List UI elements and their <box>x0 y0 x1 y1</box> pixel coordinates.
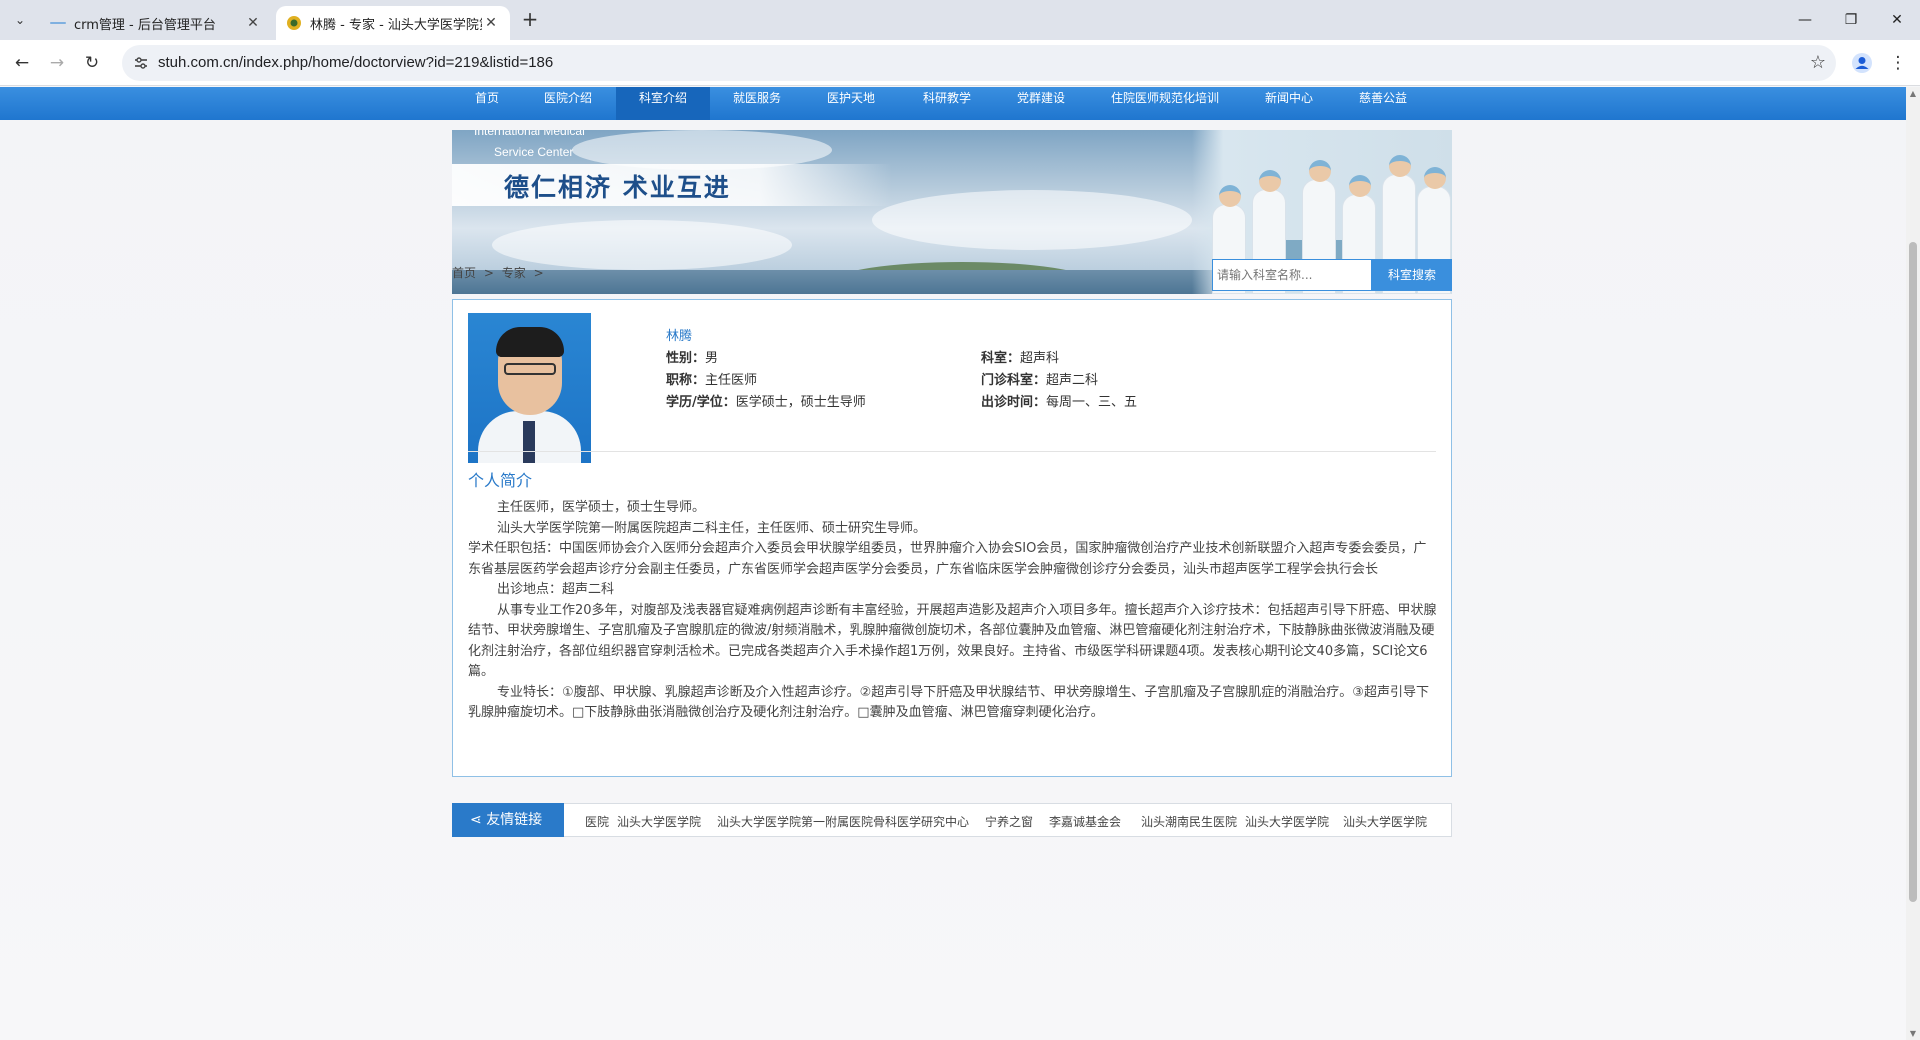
restore-window-icon[interactable]: ❐ <box>1828 0 1874 40</box>
friendly-link[interactable]: 汕头大学医学院第一附属医院骨科医学研究中心 <box>717 813 969 830</box>
bio-paragraph: 专业特长：①腹部、甲状腺、乳腺超声诊断及介入性超声诊疗。②超声引导下肝癌及甲状腺… <box>468 684 1429 721</box>
degree-label: 学历/学位： <box>666 395 736 410</box>
banner-english-line1: International Medical <box>474 130 585 138</box>
address-bar[interactable]: stuh.com.cn/index.php/home/doctorview?id… <box>122 45 1836 81</box>
nav-item-party[interactable]: 党群建设 <box>1008 87 1074 120</box>
bookmark-star-icon[interactable]: ☆ <box>1810 52 1826 73</box>
url-text: stuh.com.cn/index.php/home/doctorview?id… <box>158 54 554 71</box>
clinic-label: 门诊科室： <box>981 373 1047 388</box>
scrollbar-thumb[interactable] <box>1909 242 1917 902</box>
nav-item-research[interactable]: 科研教学 <box>914 87 980 120</box>
gender-label: 性别： <box>666 351 706 366</box>
forward-arrow-icon[interactable]: → <box>45 51 69 75</box>
browser-tab-crm[interactable]: crm管理 - 后台管理平台 ✕ <box>40 6 272 40</box>
department-field: 科室：超声科 <box>981 347 1059 366</box>
schedule-label: 出诊时间： <box>981 395 1047 410</box>
schedule-field: 出诊时间：每周一、三、五 <box>981 391 1137 410</box>
bio-paragraph: 出诊地点：超声二科 <box>497 582 615 597</box>
friendly-links-header: ⋖ 友情链接 <box>452 803 564 837</box>
close-window-icon[interactable]: ✕ <box>1874 0 1920 40</box>
breadcrumb-separator: > <box>483 266 494 280</box>
bio-paragraph: 主任医师，医学硕士，硕士生导师。 <box>497 500 706 515</box>
nav-item-charity[interactable]: 慈善公益 <box>1350 87 1416 120</box>
friendly-links-bar: ⋖ 友情链接 医院 汕头大学医学院 汕头大学医学院第一附属医院骨科医学研究中心 … <box>452 803 1452 837</box>
gender-field: 性别：男 <box>666 347 718 366</box>
title-field: 职称：主任医师 <box>666 369 757 388</box>
nav-item-nursing[interactable]: 医护天地 <box>818 87 884 120</box>
close-tab-icon[interactable]: ✕ <box>244 15 262 31</box>
tab-title: crm管理 - 后台管理平台 <box>74 17 216 33</box>
new-tab-plus-icon[interactable]: + <box>518 8 542 32</box>
bio-paragraph: 学术任职包括：中国医师协会介入医师分会超声介入委员会甲状腺学组委员，世界肿瘤介入… <box>468 541 1427 577</box>
scroll-up-arrow-icon[interactable]: ▲ <box>1908 89 1918 98</box>
nav-item-residency[interactable]: 住院医师规范化培训 <box>1100 87 1230 120</box>
breadcrumb: 首页 > 专家 > <box>452 264 548 281</box>
banner-cloud <box>872 190 1192 250</box>
page-viewport: 首页 医院介绍 科室介绍 就医服务 医护天地 科研教学 党群建设 住院医师规范化… <box>0 87 1906 1040</box>
bio-paragraph: 汕头大学医学院第一附属医院超声二科主任，主任医师、硕士研究生导师。 <box>497 520 927 536</box>
department-search-button[interactable]: 科室搜索 <box>1372 259 1452 291</box>
crm-favicon-icon <box>50 15 66 31</box>
doctor-name: 林腾 <box>666 329 693 344</box>
clinic-value: 超声二科 <box>1046 373 1099 388</box>
nav-item-medical-services[interactable]: 就医服务 <box>724 87 790 120</box>
degree-field: 学历/学位：医学硕士，硕士生导师 <box>666 391 866 410</box>
bio-paragraph: 从事专业工作20多年，对腹部及浅表器官疑难病例超声诊断有丰富经验，开展超声造影及… <box>468 602 1437 680</box>
browser-menu-icon[interactable]: ⋮ <box>1886 51 1910 75</box>
main-navigation: 首页 医院介绍 科室介绍 就医服务 医护天地 科研教学 党群建设 住院医师规范化… <box>0 87 1906 120</box>
doctor-photo <box>468 313 591 463</box>
friendly-link[interactable]: 汕头潮南民生医院 <box>1141 813 1237 830</box>
site-info-icon[interactable] <box>132 54 150 72</box>
hospital-favicon-icon <box>286 15 302 31</box>
degree-value: 医学硕士，硕士生导师 <box>735 395 866 410</box>
schedule-value: 每周一、三、五 <box>1046 395 1138 410</box>
breadcrumb-home[interactable]: 首页 <box>452 266 476 280</box>
minimize-window-icon[interactable]: — <box>1782 0 1828 40</box>
gender-value: 男 <box>705 351 719 366</box>
banner-english-line2: Service Center <box>494 145 574 159</box>
friendly-link[interactable]: 汕头大学医学院 <box>1343 813 1427 830</box>
reload-icon[interactable]: ↻ <box>80 51 104 75</box>
breadcrumb-separator: > <box>533 266 544 280</box>
friendly-link[interactable]: 汕头大学医学院 <box>1245 813 1329 830</box>
profile-divider <box>468 451 1436 452</box>
tab-search-chevron-icon[interactable]: ⌄ <box>8 8 32 32</box>
back-arrow-icon[interactable]: ← <box>10 51 34 75</box>
department-value: 超声科 <box>1020 351 1060 366</box>
friendly-links-title: 友情链接 <box>486 812 543 828</box>
friendly-link[interactable]: 汕头大学医学院 <box>617 813 701 830</box>
doctor-profile-card: 林腾 性别：男 科室：超声科 职称：主任医师 门诊科室：超声二科 学历/学位：医… <box>452 299 1452 777</box>
banner-slogan: 德仁相济 术业互进 <box>504 173 731 202</box>
profile-avatar-icon[interactable] <box>1850 51 1874 75</box>
browser-tab-bar: ⌄ crm管理 - 后台管理平台 ✕ 林腾 - 专家 - 汕头大学医学院第一附属… <box>0 0 1920 40</box>
department-label: 科室： <box>981 351 1021 366</box>
tab-title: 林腾 - 专家 - 汕头大学医学院第一附属医院 <box>310 17 482 33</box>
bio-text: 主任医师，医学硕士，硕士生导师。 汕头大学医学院第一附属医院超声二科主任，主任医… <box>468 498 1438 724</box>
bio-section-title: 个人简介 <box>468 471 533 490</box>
department-search-input[interactable] <box>1212 259 1372 291</box>
nav-item-news[interactable]: 新闻中心 <box>1256 87 1322 120</box>
friendly-link[interactable]: 李嘉诚基金会 <box>1049 813 1121 830</box>
nav-item-home[interactable]: 首页 <box>462 87 512 120</box>
page-scrollbar[interactable]: ▲ ▼ <box>1906 87 1920 1040</box>
title-value: 主任医师 <box>705 373 758 388</box>
title-label: 职称： <box>666 373 706 388</box>
banner-cloud <box>492 220 792 270</box>
share-icon: ⋖ <box>470 812 482 828</box>
nav-item-hospital-intro[interactable]: 医院介绍 <box>535 87 601 120</box>
friendly-link[interactable]: 宁养之窗 <box>985 813 1033 830</box>
friendly-link[interactable]: 医院 <box>585 813 609 830</box>
breadcrumb-experts[interactable]: 专家 <box>502 266 526 280</box>
browser-toolbar: ← → ↻ stuh.com.cn/index.php/home/doctorv… <box>0 40 1920 86</box>
nav-item-departments[interactable]: 科室介绍 <box>616 87 710 120</box>
close-tab-icon[interactable]: ✕ <box>482 15 500 31</box>
browser-tab-doctor[interactable]: 林腾 - 专家 - 汕头大学医学院第一附属医院 ✕ <box>276 6 510 40</box>
clinic-field: 门诊科室：超声二科 <box>981 369 1098 388</box>
scroll-down-arrow-icon[interactable]: ▼ <box>1908 1029 1918 1038</box>
